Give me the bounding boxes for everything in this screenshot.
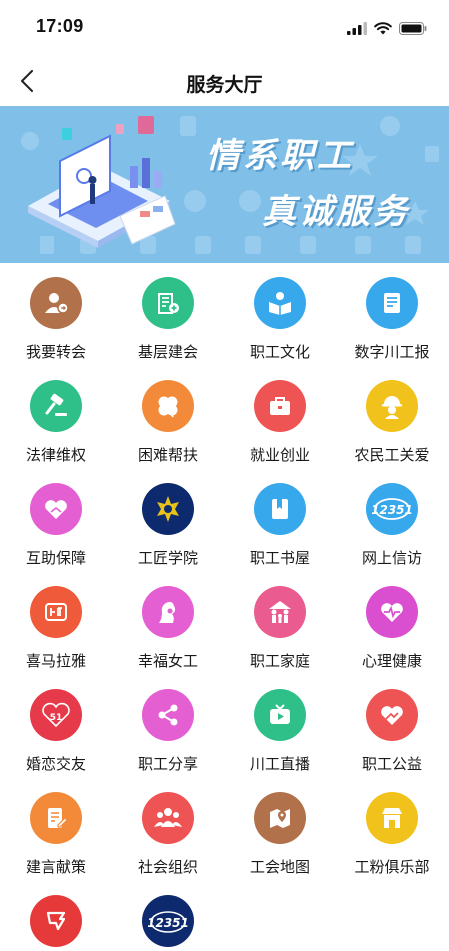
svg-text:51: 51 bbox=[50, 713, 63, 723]
service-mutual-aid[interactable]: 互助保障 bbox=[0, 469, 112, 572]
service-migrant-care[interactable]: 农民工关爱 bbox=[336, 366, 448, 469]
service-label: 建言献策 bbox=[25, 859, 86, 876]
service-suggestions[interactable]: 建言献策 bbox=[0, 778, 112, 881]
hotline-12351-badge-icon: 12351 bbox=[142, 895, 194, 947]
service-label: 职工分享 bbox=[137, 756, 198, 773]
banner-headline: 情系职工 bbox=[206, 136, 354, 176]
service-label: 法律维权 bbox=[25, 447, 86, 464]
bookmark-book-icon bbox=[254, 483, 306, 535]
service-label: 职工书屋 bbox=[249, 550, 310, 567]
heart-hands-icon bbox=[30, 483, 82, 535]
service-label: 幸福女工 bbox=[137, 653, 198, 670]
ting-icon bbox=[30, 586, 82, 638]
service-label: 工匠学院 bbox=[137, 550, 198, 567]
service-mental-health[interactable]: 心理健康 bbox=[336, 572, 448, 675]
service-label: 工粉俱乐部 bbox=[354, 859, 430, 876]
service-label: 社会组织 bbox=[137, 859, 198, 876]
battery-icon bbox=[399, 21, 427, 35]
wifi-icon bbox=[374, 21, 392, 34]
service-transfer[interactable]: 我要转会 bbox=[0, 263, 112, 366]
service-social-org[interactable]: 社会组织 bbox=[112, 778, 224, 881]
service-label: 川工直播 bbox=[249, 756, 310, 773]
map-pin-icon bbox=[254, 792, 306, 844]
service-culture[interactable]: 职工文化 bbox=[224, 263, 336, 366]
banner[interactable]: 情系职工 真诚服务 bbox=[0, 106, 449, 263]
service-share[interactable]: 职工分享 bbox=[112, 675, 224, 778]
service-digital-news[interactable]: 数字川工报 bbox=[336, 263, 448, 366]
service-hotline[interactable]: 12351 bbox=[112, 881, 224, 951]
51-love-icon: 51 bbox=[30, 689, 82, 741]
service-label: 数字川工报 bbox=[354, 344, 430, 361]
service-label: 婚恋交友 bbox=[25, 756, 86, 773]
family-icon bbox=[254, 586, 306, 638]
service-label: 困难帮扶 bbox=[137, 447, 198, 464]
service-dating[interactable]: 51 婚恋交友 bbox=[0, 675, 112, 778]
service-craftsman-academy[interactable]: 工匠学院 bbox=[112, 469, 224, 572]
document-icon bbox=[366, 277, 418, 329]
service-hardship-aid[interactable]: 困难帮扶 bbox=[112, 366, 224, 469]
service-label: 喜马拉雅 bbox=[25, 653, 86, 670]
group-icon bbox=[142, 792, 194, 844]
service-label: 农民工关爱 bbox=[354, 447, 430, 464]
service-legal[interactable]: 法律维权 bbox=[0, 366, 112, 469]
storefront-icon bbox=[366, 792, 418, 844]
status-time: 17:09 bbox=[36, 16, 84, 36]
charity-heart-icon bbox=[366, 689, 418, 741]
service-label: 互助保障 bbox=[25, 550, 86, 567]
gavel-icon bbox=[30, 380, 82, 432]
heartbeat-icon bbox=[366, 586, 418, 638]
service-worker-family[interactable]: 职工家庭 bbox=[224, 572, 336, 675]
service-label: 职工文化 bbox=[249, 344, 310, 361]
service-online-petition[interactable]: 12351 网上信访 bbox=[336, 469, 448, 572]
woman-profile-icon bbox=[142, 586, 194, 638]
hotline-12351-icon: 12351 bbox=[366, 483, 418, 535]
service-happy-women[interactable]: 幸福女工 bbox=[112, 572, 224, 675]
building-plus-icon bbox=[142, 277, 194, 329]
service-label: 网上信访 bbox=[361, 550, 422, 567]
worker-helmet-icon bbox=[366, 380, 418, 432]
edit-note-icon bbox=[30, 792, 82, 844]
service-label: 就业创业 bbox=[249, 447, 310, 464]
signal-icon bbox=[347, 21, 367, 35]
briefcase-icon bbox=[254, 380, 306, 432]
craftsman-emblem-icon bbox=[142, 483, 194, 535]
status-icons bbox=[347, 20, 427, 36]
service-label: 我要转会 bbox=[25, 344, 86, 361]
service-label: 心理健康 bbox=[361, 653, 422, 670]
service-label: 职工家庭 bbox=[249, 653, 310, 670]
service-book-house[interactable]: 职工书屋 bbox=[224, 469, 336, 572]
page-title: 服务大厅 bbox=[186, 75, 263, 96]
live-video-icon bbox=[254, 689, 306, 741]
service-live[interactable]: 川工直播 bbox=[224, 675, 336, 778]
user-transfer-icon bbox=[30, 277, 82, 329]
service-ximalaya[interactable]: 喜马拉雅 bbox=[0, 572, 112, 675]
service-label: 职工公益 bbox=[361, 756, 422, 773]
svg-text:12351: 12351 bbox=[372, 503, 412, 517]
service-fan-club[interactable]: 工粉俱乐部 bbox=[336, 778, 448, 881]
share-icon bbox=[142, 689, 194, 741]
svg-text:12351: 12351 bbox=[148, 916, 188, 930]
clover-icon bbox=[142, 380, 194, 432]
service-employment[interactable]: 就业创业 bbox=[224, 366, 336, 469]
service-charity[interactable]: 职工公益 bbox=[336, 675, 448, 778]
emblem-icon bbox=[30, 895, 82, 947]
service-label: 工会地图 bbox=[249, 859, 310, 876]
status-bar: 17:09 bbox=[0, 0, 449, 56]
service-emblem[interactable] bbox=[0, 881, 112, 951]
banner-subheadline: 真诚服务 bbox=[262, 192, 410, 232]
reader-icon bbox=[254, 277, 306, 329]
nav-bar: 服务大厅 bbox=[0, 56, 449, 106]
service-grassroots[interactable]: 基层建会 bbox=[112, 263, 224, 366]
service-label: 基层建会 bbox=[137, 344, 198, 361]
service-union-map[interactable]: 工会地图 bbox=[224, 778, 336, 881]
